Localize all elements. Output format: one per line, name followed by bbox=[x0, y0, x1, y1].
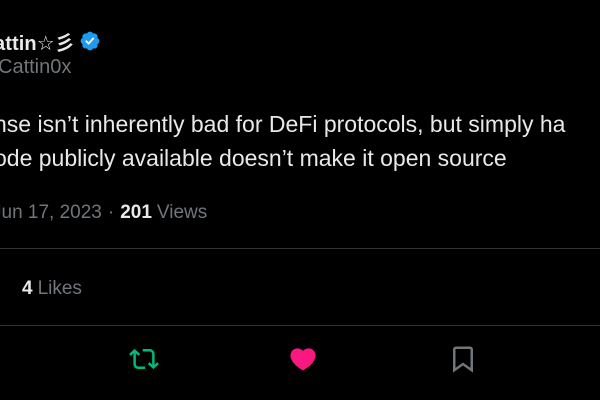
likes-count: 4 bbox=[22, 278, 33, 299]
tweet-text: nse isn’t inherently bad for DeFi protoc… bbox=[0, 107, 600, 175]
verified-badge-icon[interactable] bbox=[79, 30, 101, 52]
author-handle[interactable]: Cattin0x bbox=[0, 56, 71, 79]
likes-link[interactable]: 4 Likes bbox=[22, 276, 82, 302]
meta-separator: · bbox=[107, 202, 115, 223]
views-count: 201 bbox=[120, 202, 152, 223]
divider bbox=[0, 325, 600, 326]
likes-label: Likes bbox=[37, 278, 82, 299]
retweet-icon bbox=[129, 348, 159, 370]
bookmark-icon bbox=[453, 346, 473, 373]
bookmark-button[interactable] bbox=[446, 342, 480, 376]
like-button[interactable] bbox=[286, 342, 320, 376]
divider bbox=[0, 248, 600, 249]
tweet-text-line: nse isn’t inherently bad for DeFi protoc… bbox=[0, 111, 566, 137]
author-display-name[interactable]: attin☆彡 bbox=[0, 27, 75, 56]
author-row[interactable]: attin☆彡 bbox=[0, 27, 101, 55]
views-label: Views bbox=[156, 202, 208, 223]
handle-text[interactable]: Cattin0x bbox=[0, 56, 71, 78]
tweet-date[interactable]: Jun 17, 2023 bbox=[0, 202, 102, 224]
tweet-meta: Jun 17, 2023 · 201 Views bbox=[0, 200, 207, 226]
retweet-button[interactable] bbox=[127, 342, 161, 376]
tweet-text-line: ode publicly available doesn’t make it o… bbox=[0, 145, 507, 171]
heart-icon bbox=[290, 348, 316, 371]
